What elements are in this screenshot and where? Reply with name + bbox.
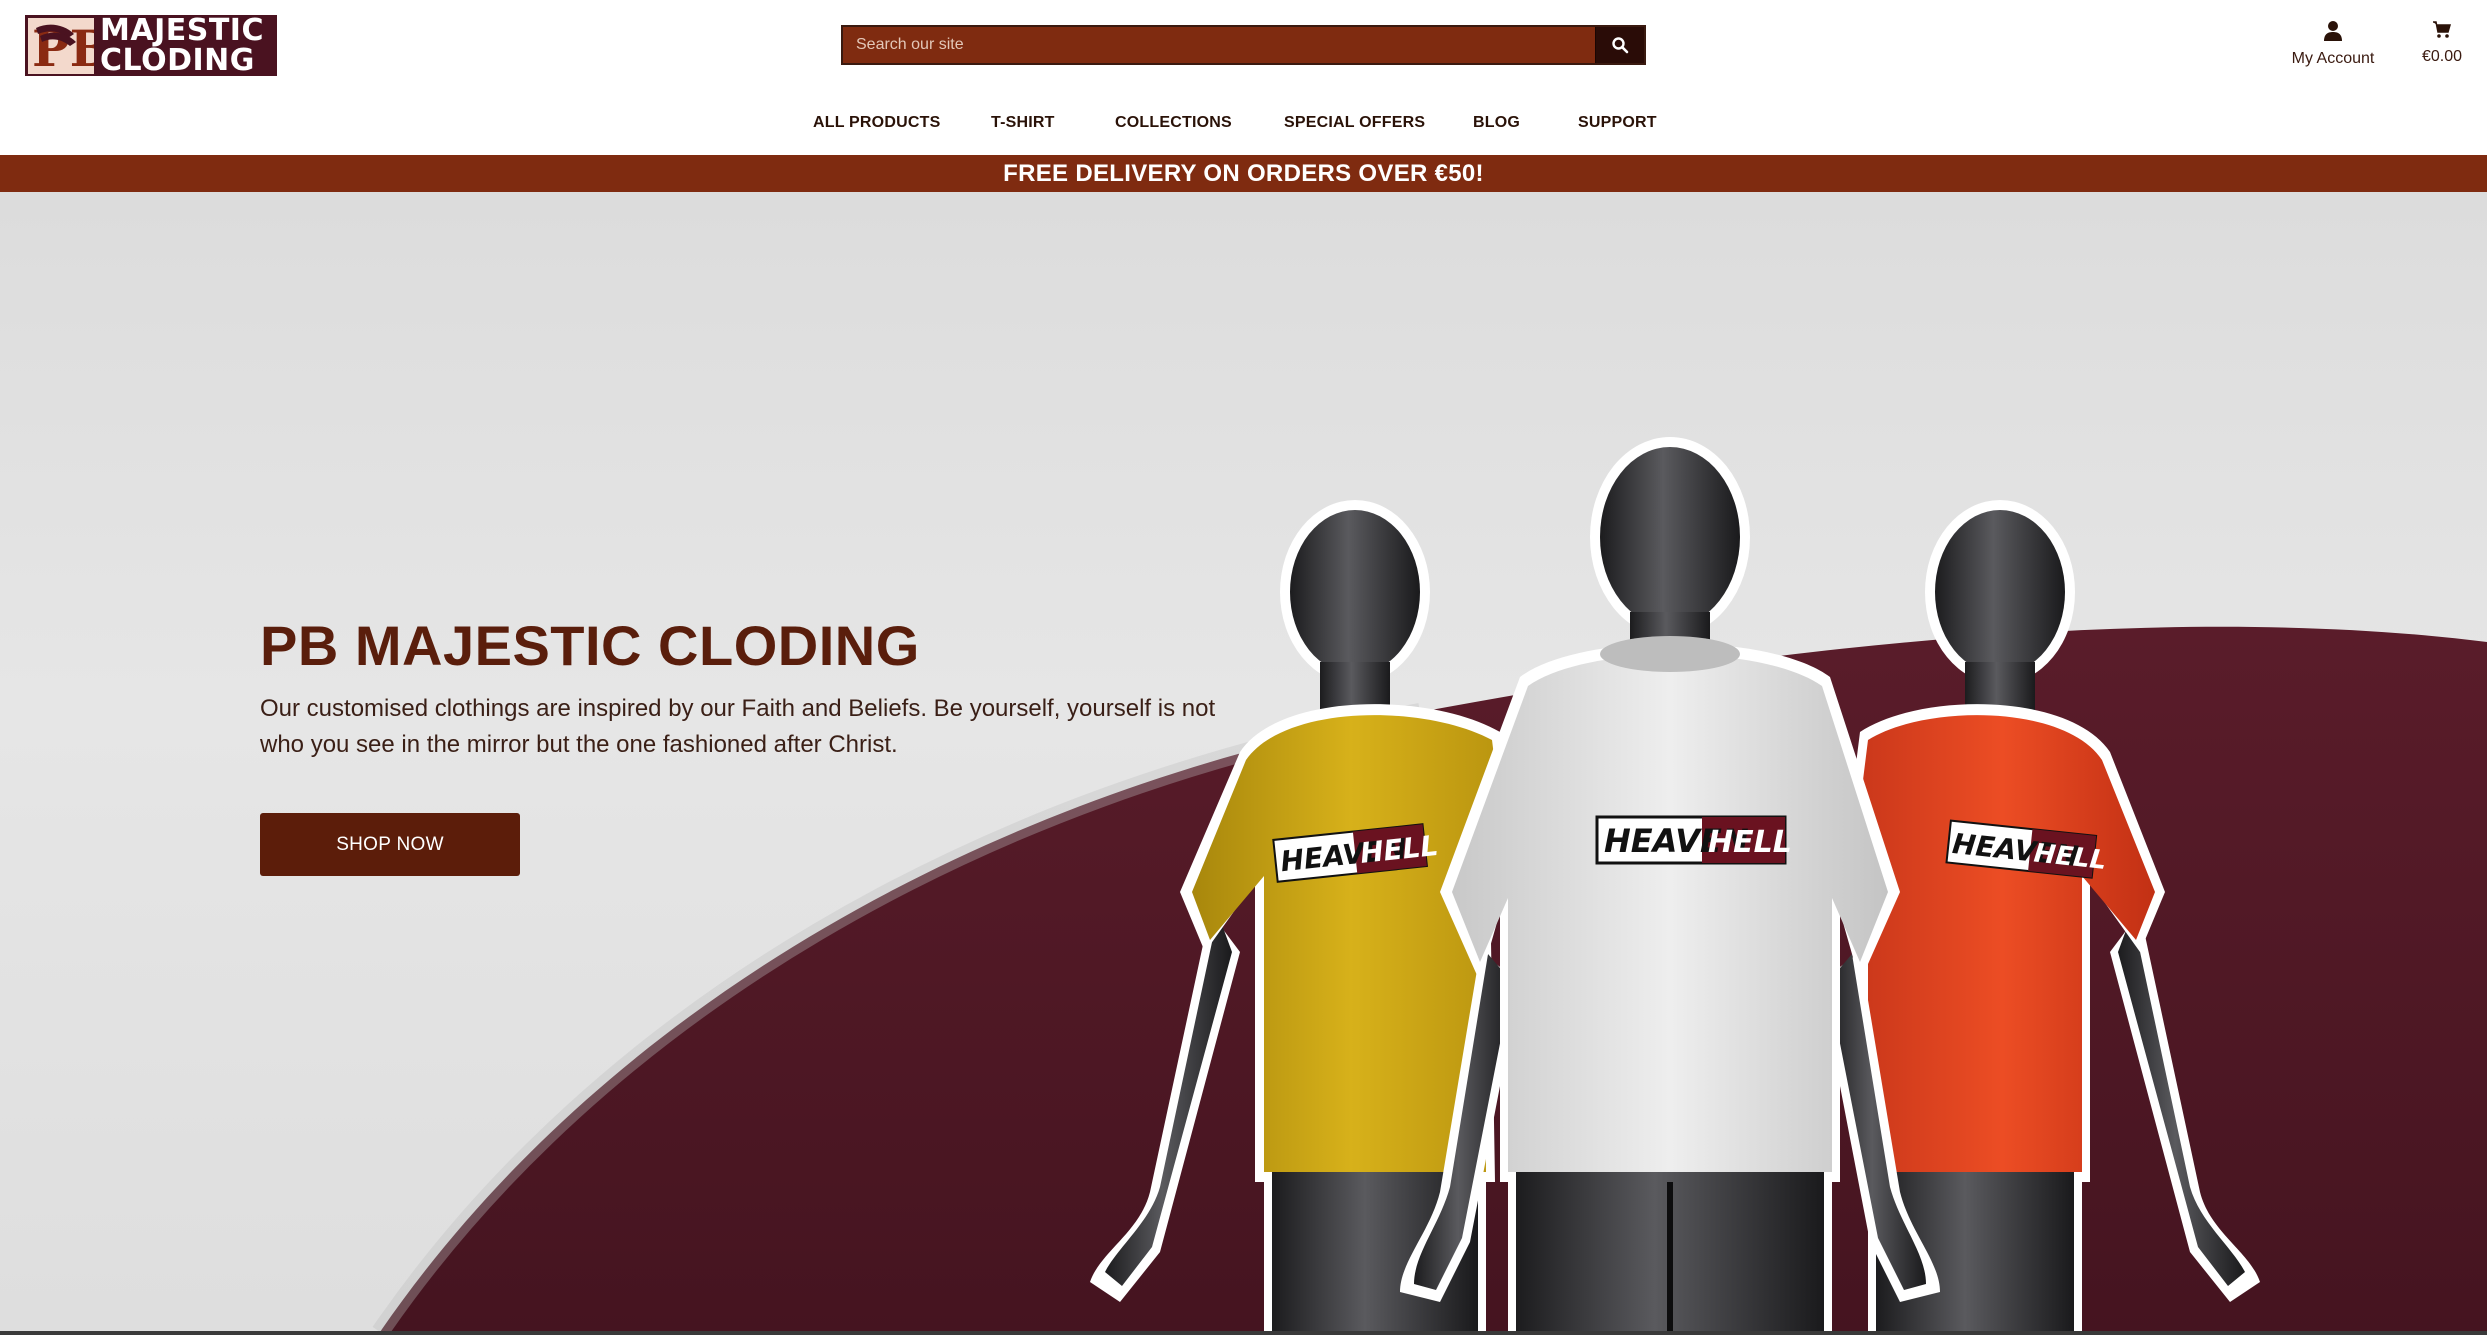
cart-link[interactable]: €0.00 [2414, 20, 2470, 66]
search-button[interactable] [1595, 27, 1644, 63]
cart-total: €0.00 [2421, 48, 2463, 65]
site-logo[interactable]: PB MAJESTIC CLODING [25, 15, 277, 76]
search-icon [1612, 37, 1629, 54]
logo-wordmark: MAJESTIC CLODING [100, 13, 264, 78]
nav-support[interactable]: SUPPORT [1578, 114, 1657, 132]
logo-mark-icon: PB [28, 17, 94, 74]
promo-banner-text: FREE DELIVERY ON ORDERS OVER €50! [1003, 159, 1484, 187]
nav-collections[interactable]: COLLECTIONS [1115, 114, 1232, 132]
cart-icon [2433, 21, 2451, 38]
main-nav: ALL PRODUCTS T-SHIRT COLLECTIONS SPECIAL… [0, 114, 2487, 138]
logo-line-1: MAJESTIC [100, 13, 264, 49]
page-bottom-divider [0, 1331, 2487, 1335]
hero-subtitle: Our customised clothings are inspired by… [260, 695, 1216, 758]
nav-t-shirt[interactable]: T-SHIRT [991, 114, 1055, 132]
site-header: PB MAJESTIC CLODING My Account [0, 0, 2487, 155]
hero-title: PB MAJESTIC CLODING [260, 614, 920, 677]
user-icon [2324, 21, 2342, 41]
promo-banner: FREE DELIVERY ON ORDERS OVER €50! [0, 155, 2487, 192]
nav-all-products[interactable]: ALL PRODUCTS [813, 114, 940, 132]
my-account-link[interactable]: My Account [2283, 20, 2383, 68]
search-bar [841, 25, 1646, 65]
nav-blog[interactable]: BLOG [1473, 114, 1520, 132]
search-input[interactable] [843, 27, 1595, 63]
logo-line-2: CLODING [100, 42, 255, 78]
hero-section: HEAVEN HELL HEAVEN HELL HEAVEN HELL PB M… [0, 192, 2487, 1332]
my-account-label: My Account [2291, 50, 2375, 67]
svg-text:HELL: HELL [1708, 825, 1792, 860]
shop-now-button[interactable]: SHOP NOW [260, 813, 520, 876]
nav-special-offers[interactable]: SPECIAL OFFERS [1284, 114, 1425, 132]
